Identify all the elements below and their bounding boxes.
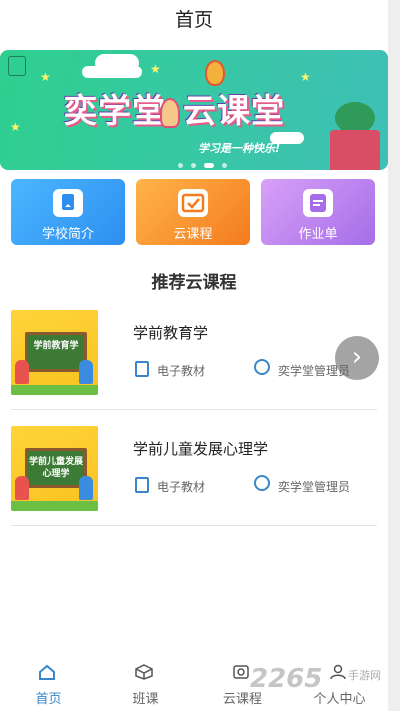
section-title: 推荐云课程: [151, 273, 237, 293]
tile-school-intro[interactable]: 学校简介: [11, 179, 125, 245]
course-type: 电子教材: [157, 480, 206, 494]
divider: [11, 409, 377, 410]
star-icon: ★: [300, 70, 311, 84]
tab-home[interactable]: 首页: [0, 656, 97, 711]
grass-decoration: [11, 501, 98, 511]
tab-label: 首页: [35, 692, 62, 707]
chevron-right-icon[interactable]: ›: [335, 336, 379, 380]
tile-homework[interactable]: 作业单: [261, 179, 375, 245]
bottom-tab-bar: 首页 班课 云课程 个人中心: [0, 656, 388, 711]
watermark: 2265: [250, 664, 323, 694]
scrollbar-track: [388, 0, 400, 711]
document-icon: [135, 477, 149, 493]
course-name: 学前教育学: [133, 324, 209, 342]
carousel-dot[interactable]: [191, 163, 197, 168]
tile-label: 学校简介: [41, 227, 94, 242]
star-icon: ★: [150, 62, 161, 76]
carousel-indicator[interactable]: [178, 153, 230, 170]
watermark-sub: 手游网: [348, 669, 381, 682]
course-card[interactable]: 学前教育学 学前教育学 电子教材 奕学堂管理员: [11, 310, 377, 410]
home-icon: [38, 664, 56, 680]
carousel-dot[interactable]: [222, 163, 228, 168]
book-icon: [53, 189, 83, 217]
banner-title: 奕学堂: [64, 91, 166, 130]
girl-illustration: [160, 98, 180, 128]
user-icon: [254, 359, 270, 375]
note-icon: [303, 189, 333, 217]
banner-title-2: 云课堂: [183, 91, 285, 130]
thumbnail-title: 学前儿童发展心理学: [28, 457, 83, 479]
books-icon: [330, 130, 380, 170]
tile-label: 作业单: [298, 227, 338, 242]
user-icon: [329, 664, 347, 680]
kid-illustration: [15, 360, 29, 384]
star-icon: ★: [10, 120, 21, 134]
school-logo-icon: [8, 56, 26, 76]
grass-decoration: [11, 385, 98, 395]
checkbox-icon: [178, 189, 208, 217]
balloon-icon: [205, 60, 225, 86]
course-type: 电子教材: [157, 364, 206, 378]
course-name: 学前儿童发展心理学: [133, 440, 269, 458]
kid-illustration: [79, 476, 93, 500]
tile-label: 云课程: [173, 227, 213, 242]
app-screen: 首页 ★ ★ ★ ★ 奕学堂 云课堂 学习是一种快乐! 学校简介 云课程 作业单…: [0, 0, 400, 711]
kid-illustration: [15, 476, 29, 500]
document-icon: [135, 361, 149, 377]
course-thumbnail[interactable]: 学前教育学: [11, 310, 98, 395]
course-card[interactable]: 学前儿童发展心理学 学前儿童发展心理学 电子教材 奕学堂管理员: [11, 426, 377, 526]
carousel-dot-active[interactable]: [204, 163, 215, 168]
chalkboard-icon: [25, 332, 87, 372]
cloud-course-icon: [232, 664, 250, 680]
carousel-dot[interactable]: [178, 163, 183, 168]
cloud-icon: [82, 66, 142, 78]
tab-class[interactable]: 班课: [97, 656, 194, 711]
star-icon: ★: [40, 70, 51, 84]
tile-cloud-course[interactable]: 云课程: [136, 179, 250, 245]
course-author: 奕学堂管理员: [278, 480, 351, 494]
course-thumbnail[interactable]: 学前儿童发展心理学: [11, 426, 98, 511]
thumbnail-title: 学前教育学: [33, 341, 79, 351]
divider: [11, 525, 377, 526]
page-title: 首页: [174, 9, 213, 31]
user-icon: [254, 475, 270, 491]
kid-illustration: [79, 360, 93, 384]
box-icon: [135, 664, 153, 680]
promo-banner[interactable]: ★ ★ ★ ★ 奕学堂 云课堂 学习是一种快乐!: [0, 50, 388, 170]
tab-label: 班课: [132, 692, 159, 707]
